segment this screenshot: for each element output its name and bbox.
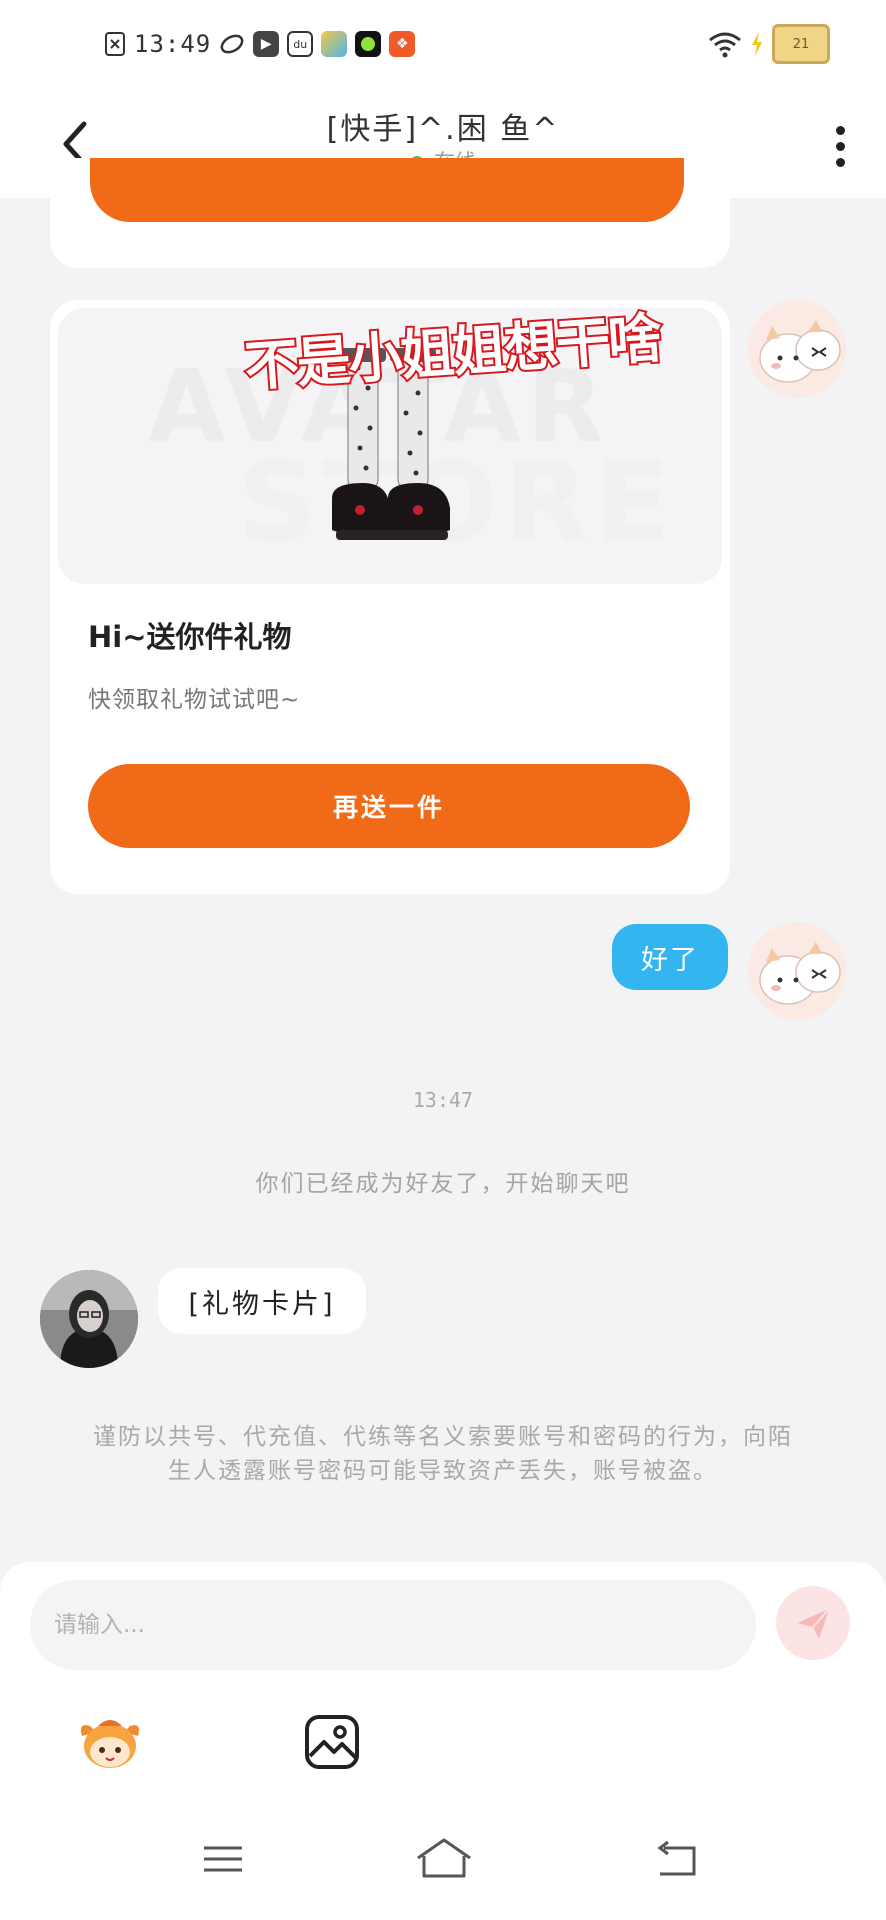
image-icon [305, 1715, 359, 1769]
orange-app-icon: ❖ [389, 31, 416, 57]
leaf-app-icon [219, 31, 246, 57]
video-app-icon: ▶ [253, 31, 280, 57]
wifi-icon [709, 32, 741, 58]
chat-screen: 13:49 ▶ du ❖ 21 [快手]^.困 鱼^ AVATAR STORE … [0, 0, 886, 1920]
contact-name: [快手]^.困 鱼^ [326, 112, 560, 147]
message-list[interactable]: AVATAR STORE 不是小姐姐想干啥 Hi~送你件礼物 快领取礼物试试吧~… [0, 158, 886, 1562]
send-another-gift-button[interactable]: 再送一件 [88, 764, 690, 848]
charging-icon [752, 32, 762, 56]
contact-photo-image [40, 1270, 138, 1368]
back-nav-button[interactable] [650, 1834, 700, 1884]
gift-title: Hi~送你件礼物 [88, 620, 292, 654]
home-icon [417, 1838, 471, 1878]
self-message-bubble[interactable]: 好了 [612, 924, 728, 990]
emoji-button[interactable] [76, 1712, 144, 1772]
gift-card[interactable]: AVATAR STORE 不是小姐姐想干啥 Hi~送你件礼物 快领取礼物试试吧~… [50, 300, 730, 894]
contact-message-bubble[interactable]: [礼物卡片] [158, 1268, 366, 1334]
status-bar: 13:49 ▶ du ❖ 21 [0, 0, 886, 96]
home-nav-button[interactable] [414, 1834, 474, 1884]
battery-level: 21 [792, 36, 810, 52]
self-avatar[interactable] [748, 300, 846, 398]
more-dot-icon [835, 141, 845, 151]
image-button[interactable] [302, 1712, 362, 1772]
status-time: 13:49 [134, 30, 212, 58]
contact-avatar[interactable] [40, 1270, 138, 1368]
gift-image[interactable]: AVATAR STORE 不是小姐姐想干啥 [58, 308, 722, 584]
message-timestamp: 13:47 [412, 1088, 474, 1112]
more-dot-icon [835, 157, 845, 167]
green-dot-app-icon [355, 31, 382, 57]
friend-notice: 你们已经成为好友了，开始聊天吧 [255, 1171, 631, 1197]
security-warning: 谨防以共号、代充值、代练等名义索要账号和密码的行为，向陌生人透露账号密码可能导致… [93, 1424, 793, 1484]
cat-avatar-image [748, 300, 846, 398]
gift-subtitle: 快领取礼物试试吧~ [88, 687, 301, 713]
menu-nav-button[interactable] [198, 1834, 248, 1884]
more-dot-icon [835, 125, 845, 135]
no-sim-icon [105, 32, 125, 56]
cat-avatar-image [748, 922, 846, 1020]
message-input[interactable] [30, 1580, 756, 1670]
previous-gift-card [50, 158, 730, 268]
status-right: 21 [708, 24, 830, 64]
status-left: 13:49 ▶ du ❖ [104, 30, 416, 58]
system-nav-bar [0, 1800, 886, 1920]
previous-gift-button[interactable] [90, 158, 684, 222]
mascot-emoji-icon [81, 1720, 139, 1768]
battery-icon: 21 [772, 24, 830, 64]
game-app-icon [321, 31, 348, 57]
menu-icon [204, 1846, 242, 1872]
return-icon [657, 1840, 696, 1876]
send-icon [797, 1608, 830, 1639]
send-button[interactable] [776, 1586, 850, 1660]
more-options-button[interactable] [820, 116, 860, 176]
du-app-icon: du [287, 31, 314, 57]
self-avatar[interactable] [748, 922, 846, 1020]
